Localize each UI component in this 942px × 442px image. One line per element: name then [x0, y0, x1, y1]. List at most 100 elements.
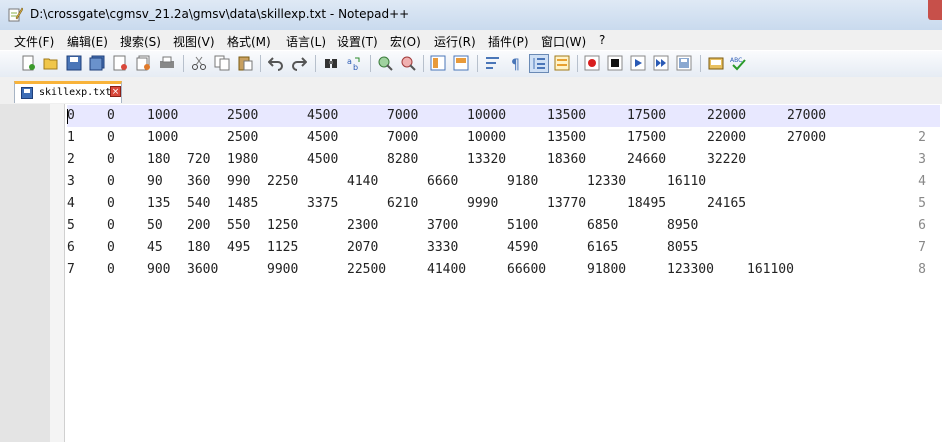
- tab-close-icon[interactable]: ×: [110, 86, 121, 97]
- text-cell: 123300: [667, 262, 714, 277]
- text-cell: 24165: [707, 196, 747, 211]
- text-cell: 0: [67, 108, 75, 123]
- fold-margin: [50, 104, 64, 442]
- redo-icon[interactable]: [291, 55, 307, 71]
- text-cell: 2300: [347, 218, 379, 233]
- notepadpp-app-icon: [8, 7, 23, 22]
- text-cell: 2250: [267, 174, 299, 189]
- text-line[interactable]: 7 0 900 3600 9900 22500 41400 66600 91800 123300 1…: [67, 259, 940, 281]
- text-cell: 0: [107, 262, 115, 277]
- sync-vertical-icon[interactable]: [430, 55, 446, 71]
- text-cell: 2: [67, 152, 75, 167]
- run-macro-multiple-icon[interactable]: [653, 55, 669, 71]
- text-line[interactable]: 4 0 135 540 1485 3375 6210 9990 13770 18495 24165: [67, 193, 940, 215]
- text-cell: 91800: [587, 262, 627, 277]
- text-cell: 13770: [547, 196, 587, 211]
- indent-guide-icon[interactable]: [529, 54, 549, 73]
- cut-icon[interactable]: [191, 55, 207, 71]
- open-icon[interactable]: [43, 55, 59, 71]
- text-cell: 6850: [587, 218, 619, 233]
- record-macro-icon[interactable]: [584, 55, 600, 71]
- text-cell: 0: [107, 218, 115, 233]
- tab-bar: skillexp.txt ×: [0, 77, 942, 106]
- save-all-icon[interactable]: [89, 55, 105, 71]
- text-cell: 360: [187, 174, 211, 189]
- menu-run[interactable]: 运行(R): [434, 33, 476, 50]
- menu-file[interactable]: 文件(F): [14, 33, 54, 50]
- text-line[interactable]: 2 0 180 720 1980 4500 8280 13320 18360 24660 32220: [67, 149, 940, 171]
- editor[interactable]: 1001000250045007000100001350017500220002…: [0, 104, 942, 442]
- replace-icon[interactable]: ab: [346, 55, 362, 71]
- text-cell: 18360: [547, 152, 587, 167]
- print-icon[interactable]: [159, 55, 175, 71]
- text-cell: 0: [107, 130, 115, 145]
- text-cell: 22000: [707, 108, 747, 123]
- text-cell: 2070: [347, 240, 379, 255]
- word-wrap-icon[interactable]: [485, 55, 501, 71]
- text-cell: 180: [187, 240, 211, 255]
- toolbar-separator: [315, 55, 316, 72]
- text-cell: 0: [107, 196, 115, 211]
- zoom-in-icon[interactable]: [377, 55, 393, 71]
- text-cell: 0: [107, 240, 115, 255]
- file-tab[interactable]: skillexp.txt ×: [14, 81, 122, 103]
- text-cell: 66600: [507, 262, 547, 277]
- menu-plugins[interactable]: 插件(P): [488, 33, 529, 50]
- text-cell: 2500: [227, 130, 259, 145]
- copy-icon[interactable]: [214, 55, 230, 71]
- text-cell: 1250: [267, 218, 299, 233]
- text-cell: 1000: [147, 108, 179, 123]
- window-title: D:\crossgate\cgmsv_21.2a\gmsv\data\skill…: [30, 7, 410, 21]
- doc-map-icon[interactable]: [554, 55, 570, 71]
- menu-view[interactable]: 视图(V): [173, 33, 215, 50]
- text-caret: [67, 109, 68, 124]
- text-cell: 6: [67, 240, 75, 255]
- text-cell: 495: [227, 240, 251, 255]
- text-cell: 3375: [307, 196, 339, 211]
- close-all-icon[interactable]: [135, 55, 151, 71]
- text-line[interactable]: 3 0 90 360 990 2250 4140 6660 9180 12330 16110: [67, 171, 940, 193]
- text-line[interactable]: 1 0 1000 2500 4500 7000 10000 13500 17500 22000 27…: [67, 127, 940, 149]
- play-macro-icon[interactable]: [630, 55, 646, 71]
- save-macro-icon[interactable]: [676, 55, 692, 71]
- text-cell: 0: [107, 108, 115, 123]
- text-cell: 41400: [427, 262, 467, 277]
- save-icon[interactable]: [66, 55, 82, 71]
- new-icon[interactable]: [20, 55, 36, 71]
- text-cell: 6165: [587, 240, 619, 255]
- stop-record-icon[interactable]: [607, 55, 623, 71]
- menu-format[interactable]: 格式(M): [227, 33, 271, 50]
- text-line[interactable]: 5 0 50 200 550 1250 2300 3700 5100 6850 8950: [67, 215, 940, 237]
- text-cell: 13320: [467, 152, 507, 167]
- window-close-button[interactable]: [928, 0, 942, 20]
- show-all-chars-icon[interactable]: ¶: [508, 55, 524, 71]
- text-cell: 4500: [307, 130, 339, 145]
- text-cell: 4500: [307, 108, 339, 123]
- find-icon[interactable]: [323, 55, 339, 71]
- menu-language[interactable]: 语言(L): [286, 33, 326, 50]
- text-line[interactable]: 6 0 45 180 495 1125 2070 3330 4590 6165 8055: [67, 237, 940, 259]
- text-cell: 12330: [587, 174, 627, 189]
- text-cell: 7000: [387, 130, 419, 145]
- text-cell: 3700: [427, 218, 459, 233]
- sync-horizontal-icon[interactable]: [453, 55, 469, 71]
- undo-icon[interactable]: [268, 55, 284, 71]
- zoom-out-icon[interactable]: [400, 55, 416, 71]
- text-cell: 22000: [707, 130, 747, 145]
- menu-window[interactable]: 窗口(W): [541, 33, 586, 50]
- text-cell: 50: [147, 218, 163, 233]
- spell-check-icon[interactable]: ABC: [730, 55, 746, 71]
- menu-settings[interactable]: 设置(T): [337, 33, 378, 50]
- text-cell: 1980: [227, 152, 259, 167]
- menu-bar: 文件(F) 编辑(E) 搜索(S) 视图(V) 格式(M) 语言(L) 设置(T…: [0, 30, 942, 50]
- close-file-icon[interactable]: [112, 55, 128, 71]
- paste-icon[interactable]: [237, 55, 253, 71]
- menu-help[interactable]: ?: [599, 33, 605, 47]
- text-cell: 4500: [307, 152, 339, 167]
- text-line[interactable]: 0 0 1000 2500 4500 7000 10000 13500 17500 22000 27…: [67, 105, 940, 127]
- menu-search[interactable]: 搜索(S): [120, 33, 161, 50]
- toolbar-separator: [370, 55, 371, 72]
- menu-macro[interactable]: 宏(O): [390, 33, 421, 50]
- launch-browser-icon[interactable]: [708, 55, 724, 71]
- menu-edit[interactable]: 编辑(E): [67, 33, 108, 50]
